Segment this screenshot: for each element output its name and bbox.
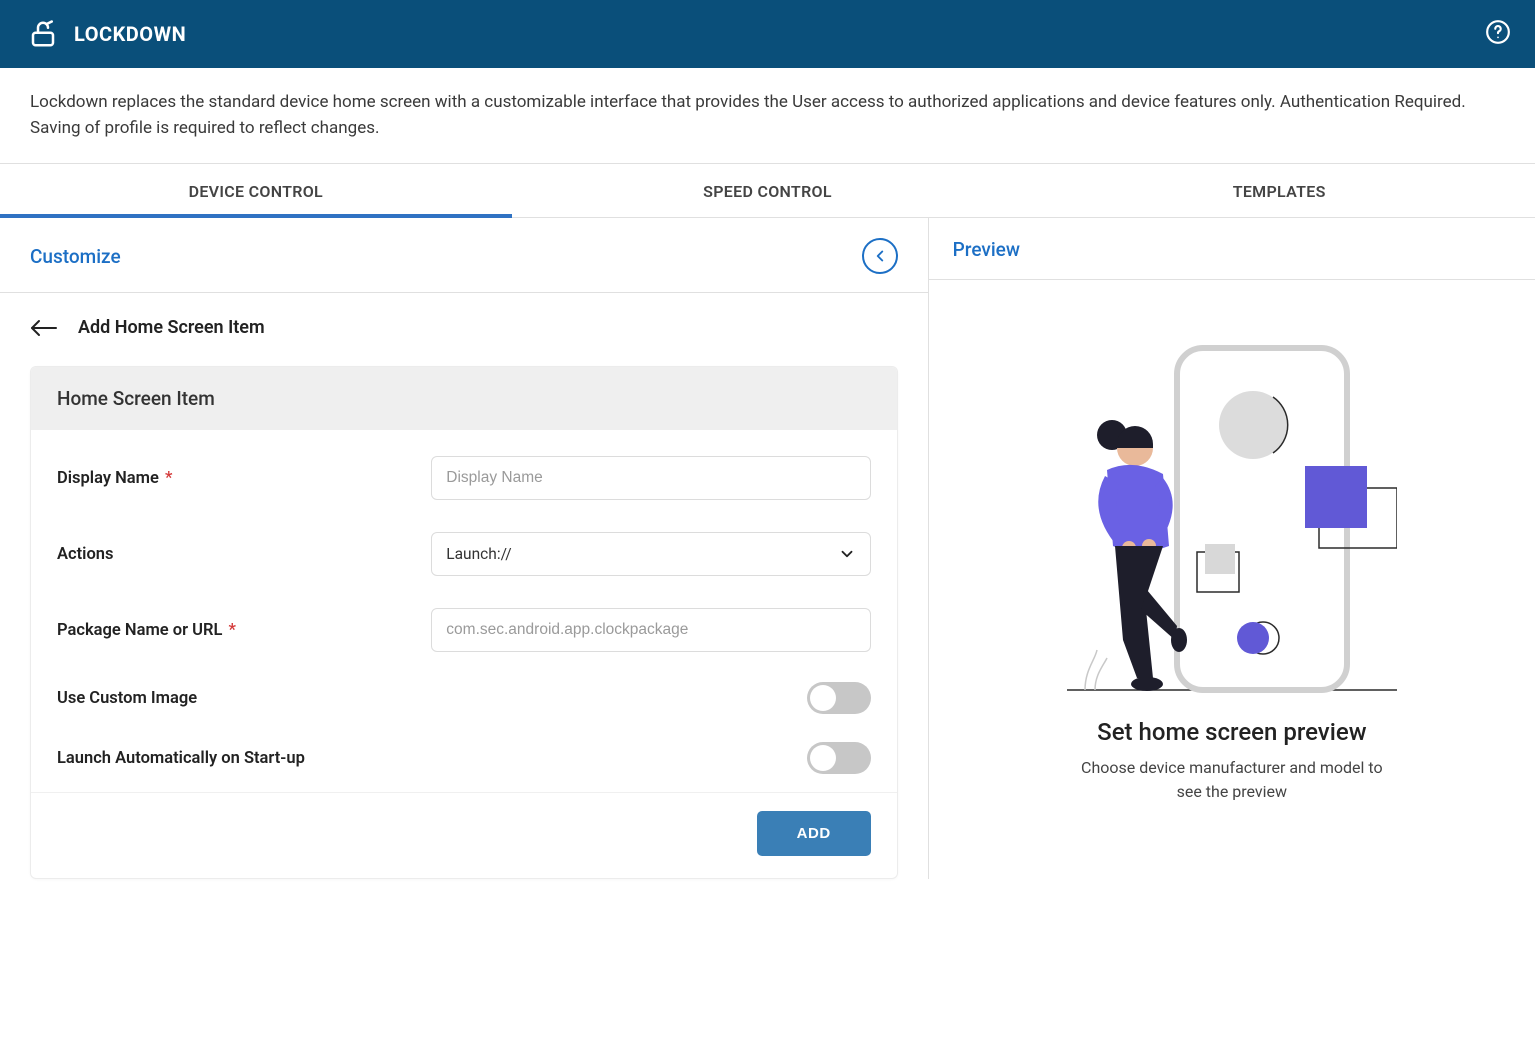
customize-header: Customize — [0, 218, 928, 293]
label-display-name: Display Name — [57, 469, 159, 488]
help-button[interactable] — [1485, 19, 1511, 49]
page-description: Lockdown replaces the standard device ho… — [0, 68, 1535, 164]
required-icon: * — [161, 469, 173, 488]
custom-image-toggle[interactable] — [807, 682, 871, 714]
customize-title: Customize — [30, 245, 121, 268]
preview-subtext: Choose device manufacturer and model to … — [1067, 756, 1397, 804]
package-input[interactable] — [431, 608, 870, 652]
page-subtitle: Add Home Screen Item — [78, 317, 265, 338]
actions-select[interactable]: Launch:// — [431, 532, 870, 576]
breadcrumb-row: Add Home Screen Item — [0, 293, 928, 348]
unlock-icon — [28, 19, 58, 49]
row-display-name: Display Name * — [57, 440, 871, 516]
collapse-panel-button[interactable] — [862, 238, 898, 274]
label-auto-launch: Launch Automatically on Start-up — [57, 749, 305, 768]
preview-illustration — [1067, 340, 1397, 700]
app-header: LOCKDOWN — [0, 0, 1535, 68]
card-title: Home Screen Item — [31, 367, 897, 430]
back-arrow-icon[interactable] — [30, 319, 58, 337]
required-icon: * — [224, 621, 236, 640]
actions-selected-value: Launch:// — [446, 545, 511, 563]
preview-heading: Set home screen preview — [1097, 718, 1366, 746]
add-button[interactable]: ADD — [757, 811, 871, 856]
preview-title-link: Preview — [953, 238, 1020, 261]
row-package: Package Name or URL * — [57, 592, 871, 668]
row-actions: Actions Launch:// — [57, 516, 871, 592]
preview-header: Preview — [929, 218, 1535, 280]
home-screen-item-card: Home Screen Item Display Name * Actions — [30, 366, 898, 879]
tab-speed-control[interactable]: SPEED CONTROL — [512, 164, 1024, 217]
display-name-input[interactable] — [431, 456, 870, 500]
left-panel: Customize Add Home Screen Item Home Scre… — [0, 218, 929, 879]
right-panel: Preview — [929, 218, 1535, 879]
app-title: LOCKDOWN — [74, 22, 186, 46]
label-custom-image: Use Custom Image — [57, 689, 197, 708]
chevron-down-icon — [838, 545, 856, 563]
tab-templates[interactable]: TEMPLATES — [1023, 164, 1535, 217]
auto-launch-toggle[interactable] — [807, 742, 871, 774]
label-package: Package Name or URL — [57, 621, 222, 640]
label-actions: Actions — [57, 545, 114, 564]
row-auto-launch: Launch Automatically on Start-up — [57, 728, 871, 788]
tab-device-control[interactable]: DEVICE CONTROL — [0, 164, 512, 217]
row-custom-image: Use Custom Image — [57, 668, 871, 728]
tab-bar: DEVICE CONTROL SPEED CONTROL TEMPLATES — [0, 164, 1535, 218]
